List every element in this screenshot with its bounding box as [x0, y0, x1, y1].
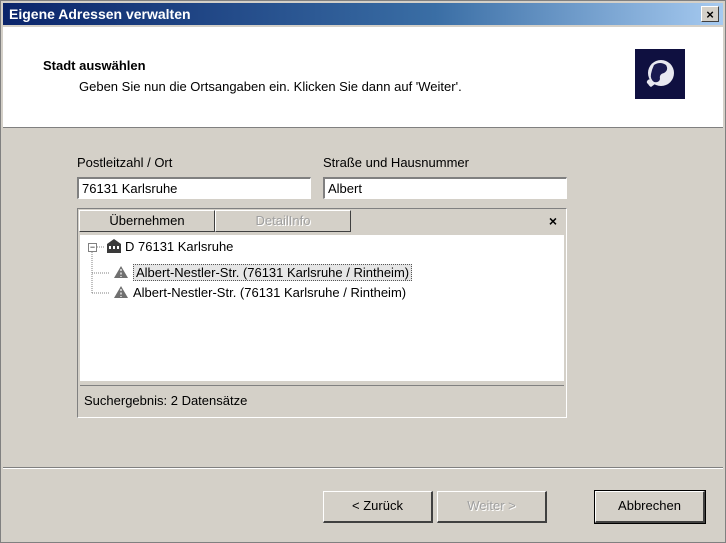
next-button[interactable]: Weiter > [437, 491, 547, 523]
tree-item-label: Albert-Nestler-Str. (76131 Karlsruhe / R… [133, 264, 413, 281]
cancel-button[interactable]: Abbrechen [594, 490, 706, 524]
detail-info-button[interactable]: DetailInfo [215, 210, 351, 232]
page-subtitle: Geben Sie nun die Ortsangaben ein. Klick… [79, 79, 462, 94]
apply-button[interactable]: Übernehmen [79, 210, 215, 232]
panel-close-button[interactable]: × [541, 211, 565, 233]
collapse-toggle[interactable]: − [88, 243, 97, 252]
tree-item[interactable]: Albert-Nestler-Str. (76131 Karlsruhe / R… [112, 283, 406, 303]
street-icon [112, 284, 130, 298]
title-bar[interactable]: Eigene Adressen verwalten × [3, 3, 723, 25]
street-icon [112, 264, 130, 278]
city-icon [106, 239, 122, 253]
globe-icon [635, 49, 685, 99]
close-icon: × [706, 7, 714, 22]
tree-item-label: Albert-Nestler-Str. (76131 Karlsruhe / R… [133, 285, 407, 300]
detail-info-label: DetailInfo [255, 213, 311, 228]
back-button[interactable]: < Zurück [323, 491, 433, 523]
street-input[interactable]: Albert [323, 177, 567, 199]
wizard-window: Eigene Adressen verwalten × Stadt auswäh… [0, 0, 726, 543]
apply-button-label: Übernehmen [109, 213, 185, 228]
footer-divider [3, 467, 723, 469]
search-result-panel: Übernehmen DetailInfo × − D 76131 Karlsr… [77, 208, 567, 418]
next-button-label: Weiter > [467, 498, 516, 513]
tree-root[interactable]: D 76131 Karlsruhe [106, 237, 233, 257]
result-tree[interactable]: − D 76131 Karlsruhe Albert-Nestler-Str. … [80, 235, 564, 381]
cancel-button-label: Abbrechen [618, 498, 681, 513]
close-icon: × [548, 213, 558, 229]
window-title: Eigene Adressen verwalten [9, 6, 191, 22]
wizard-header: Stadt auswählen Geben Sie nun die Ortsan… [3, 27, 723, 128]
search-result-status: Suchergebnis: 2 Datensätze [80, 385, 564, 415]
street-label: Straße und Hausnummer [323, 155, 469, 170]
postal-label: Postleitzahl / Ort [77, 155, 173, 170]
tree-item[interactable]: Albert-Nestler-Str. (76131 Karlsruhe / R… [112, 263, 413, 283]
window-close-button[interactable]: × [701, 6, 719, 22]
page-title: Stadt auswählen [43, 58, 146, 73]
back-button-label: < Zurück [352, 498, 403, 513]
tree-root-label: D 76131 Karlsruhe [125, 239, 234, 254]
postal-city-input[interactable]: 76131 Karlsruhe [77, 177, 311, 199]
